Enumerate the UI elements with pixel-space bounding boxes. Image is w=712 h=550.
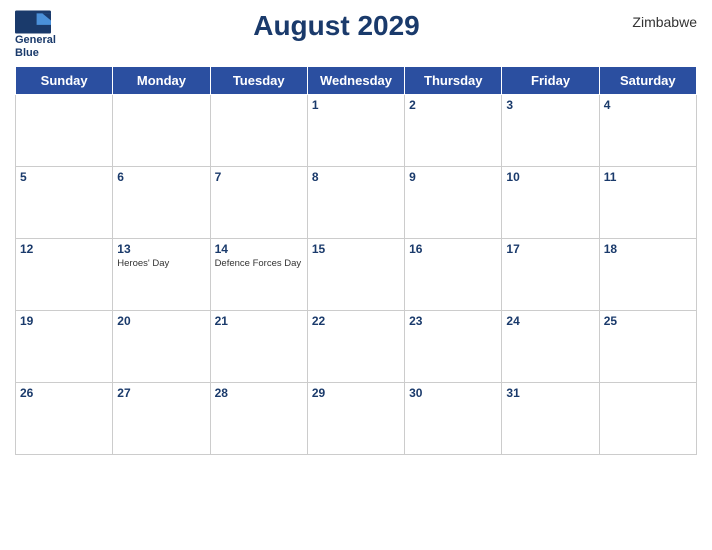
day-number: 10 [506, 170, 594, 184]
week-row-5: 26 27 28 29 30 31 [16, 383, 697, 455]
calendar-table: Sunday Monday Tuesday Wednesday Thursday… [15, 66, 697, 455]
day-cell-4-0: 26 [16, 383, 113, 455]
day-number: 9 [409, 170, 497, 184]
day-cell-1-5: 10 [502, 167, 599, 239]
col-monday: Monday [113, 67, 210, 95]
day-cell-0-3: 1 [307, 95, 404, 167]
col-thursday: Thursday [405, 67, 502, 95]
day-number: 20 [117, 314, 205, 328]
day-cell-2-5: 17 [502, 239, 599, 311]
day-cell-4-2: 28 [210, 383, 307, 455]
day-cell-2-2: 14 Defence Forces Day [210, 239, 307, 311]
day-number: 26 [20, 386, 108, 400]
day-cell-0-6: 4 [599, 95, 696, 167]
day-number: 4 [604, 98, 692, 112]
day-cell-1-6: 11 [599, 167, 696, 239]
calendar-title: August 2029 [56, 10, 617, 42]
day-cell-0-5: 3 [502, 95, 599, 167]
col-wednesday: Wednesday [307, 67, 404, 95]
day-number: 28 [215, 386, 303, 400]
col-saturday: Saturday [599, 67, 696, 95]
day-number: 21 [215, 314, 303, 328]
day-number: 25 [604, 314, 692, 328]
day-cell-2-4: 16 [405, 239, 502, 311]
day-cell-4-1: 27 [113, 383, 210, 455]
day-cell-3-5: 24 [502, 311, 599, 383]
day-cell-2-3: 15 [307, 239, 404, 311]
day-number: 16 [409, 242, 497, 256]
week-row-2: 56789 10 11 [16, 167, 697, 239]
day-cell-1-0: 5 [16, 167, 113, 239]
weekday-header-row: Sunday Monday Tuesday Wednesday Thursday… [16, 67, 697, 95]
day-number: 15 [312, 242, 400, 256]
day-number: 30 [409, 386, 497, 400]
day-number: 17 [506, 242, 594, 256]
day-cell-3-1: 20 [113, 311, 210, 383]
day-cell-3-3: 22 [307, 311, 404, 383]
day-cell-3-4: 23 [405, 311, 502, 383]
day-number: 22 [312, 314, 400, 328]
day-number: 12 [20, 242, 108, 256]
holiday-label: Heroes' Day [117, 258, 205, 270]
day-number: 6 [117, 170, 205, 184]
week-row-3: 12 13 Heroes' Day 14 Defence Forces Day 15 16 1… [16, 239, 697, 311]
day-cell-3-6: 25 [599, 311, 696, 383]
day-cell-0-4: 2 [405, 95, 502, 167]
logo: General Blue [15, 10, 56, 60]
calendar-header: General Blue August 2029 Zimbabwe [15, 10, 697, 60]
day-cell-2-0: 12 [16, 239, 113, 311]
day-number: 7 [215, 170, 303, 184]
day-cell-0-0 [16, 95, 113, 167]
day-cell-4-3: 29 [307, 383, 404, 455]
day-cell-1-2: 7 [210, 167, 307, 239]
day-cell-2-1: 13 Heroes' Day [113, 239, 210, 311]
day-number: 18 [604, 242, 692, 256]
day-number: 23 [409, 314, 497, 328]
day-cell-1-3: 8 [307, 167, 404, 239]
day-number: 3 [506, 98, 594, 112]
holiday-label: Defence Forces Day [215, 258, 303, 270]
day-cell-0-2 [210, 95, 307, 167]
day-number: 27 [117, 386, 205, 400]
day-number: 2 [409, 98, 497, 112]
week-row-4: 19 20 21 22 23 24 25 [16, 311, 697, 383]
day-cell-4-5: 31 [502, 383, 599, 455]
day-number: 1 [312, 98, 400, 112]
day-number: 19 [20, 314, 108, 328]
col-tuesday: Tuesday [210, 67, 307, 95]
day-number: 11 [604, 170, 692, 184]
day-cell-2-6: 18 [599, 239, 696, 311]
day-number: 5 [20, 170, 108, 184]
day-cell-4-4: 30 [405, 383, 502, 455]
week-row-1: 1234 [16, 95, 697, 167]
generalblue-logo-icon [15, 10, 51, 34]
country-label: Zimbabwe [617, 10, 697, 30]
day-number: 13 [117, 242, 205, 256]
day-cell-3-0: 19 [16, 311, 113, 383]
day-cell-4-6 [599, 383, 696, 455]
col-friday: Friday [502, 67, 599, 95]
logo-text: General Blue [15, 34, 56, 60]
day-number: 14 [215, 242, 303, 256]
day-cell-3-2: 21 [210, 311, 307, 383]
col-sunday: Sunday [16, 67, 113, 95]
day-cell-0-1 [113, 95, 210, 167]
calendar-page: General Blue August 2029 Zimbabwe Sunday… [0, 0, 712, 550]
calendar-title-area: August 2029 [56, 10, 617, 42]
day-number: 31 [506, 386, 594, 400]
day-number: 29 [312, 386, 400, 400]
day-number: 24 [506, 314, 594, 328]
day-number: 8 [312, 170, 400, 184]
day-cell-1-1: 6 [113, 167, 210, 239]
day-cell-1-4: 9 [405, 167, 502, 239]
